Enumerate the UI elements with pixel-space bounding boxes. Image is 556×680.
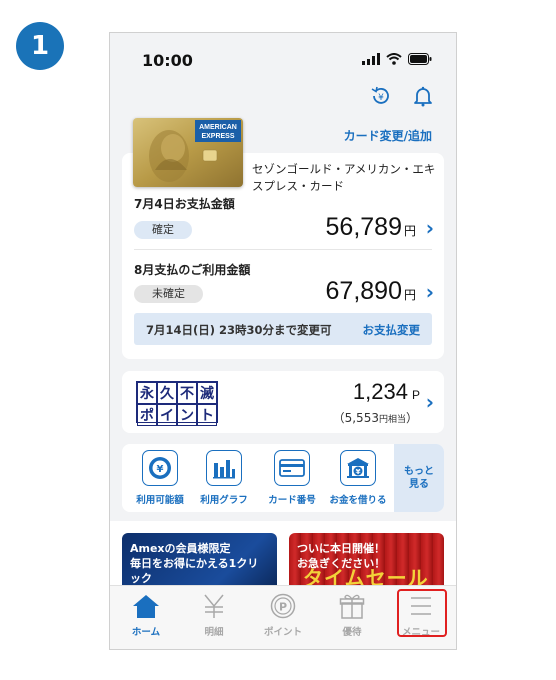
unconfirmed-amount[interactable]: 67,890 円 [326,277,416,306]
bank-icon: ¥ [340,450,376,486]
home-icon [116,592,176,620]
card-change-link[interactable]: カード変更/追加 [344,127,432,144]
banner-carousel: Amexの会員様限定 毎日をお得にかえる1クリック ついに本日開催！ お急ぎくだ… [110,521,456,585]
tab-statement[interactable]: 明細 [184,592,244,638]
battery-icon [408,53,432,65]
banner-text: Amexの会員様限定 [130,542,231,555]
card-icon [274,450,310,486]
time-sale-banner[interactable]: ついに本日開催！ お急ぎください！ タイムセール [289,533,444,585]
svg-text:¥: ¥ [157,464,164,475]
logo-char: ト [197,404,217,426]
tab-label: ポイント [263,627,302,638]
logo-char: ポ [137,404,157,426]
more-label-line1: もっと [404,466,434,477]
svg-text:P: P [279,601,287,614]
eikyu-fumetsu-points-logo: 永 久 不 滅 ポ イ ン ト [136,381,218,426]
banner-headline: タイムセール [303,566,429,585]
unconfirmed-payment-label: 8月支払のご利用金額 [134,263,251,277]
bar-graph-icon [206,450,242,486]
logo-char: ン [177,404,197,426]
menu-tab-highlight [397,589,447,637]
points-unit: P [411,388,420,402]
step-badge: 1 [16,22,64,70]
status-bar: 10:00 [110,33,456,89]
card-brand-text-2: EXPRESS [201,133,234,140]
currency-unit: 円 [403,224,416,238]
card-image: AMERICAN EXPRESS [133,118,243,187]
tab-perks[interactable]: 優待 [322,592,382,638]
tab-label: 明細 [204,627,224,638]
yen-equivalent-value: （5,553 [332,411,379,425]
more-label-line2: 見る [409,479,429,490]
unconfirmed-amount-value: 67,890 [325,277,402,305]
unconfirmed-badge: 未確定 [134,285,203,303]
status-time: 10:00 [142,51,193,70]
chevron-right-icon[interactable]: › [426,390,434,414]
points-yen-equivalent: （5,553円相当） [333,409,418,426]
chevron-right-icon[interactable]: › [426,280,434,304]
payment-change-bar: 7月14日(日) 23時30分まで変更可 お支払変更 [134,313,432,345]
history-icon[interactable]: ¥ [370,85,392,111]
menu-usage-graph[interactable]: 利用グラフ [194,450,254,506]
svg-text:¥: ¥ [356,468,361,476]
menu-label: お金を借りる [329,495,387,506]
yen-gauge-icon: ¥ [142,450,178,486]
chevron-right-icon[interactable]: › [426,216,434,240]
status-icons [362,53,432,65]
svg-text:¥: ¥ [378,93,384,103]
points-panel[interactable]: 永 久 不 滅 ポ イ ン ト 1,234 P （5,553円相当） › [122,371,444,433]
menu-available-credit[interactable]: ¥ 利用可能額 [130,450,190,506]
signal-icon [362,53,380,65]
menu-label: 利用グラフ [200,495,248,506]
menu-label: 利用可能額 [136,495,184,506]
phone-screen: 10:00 ¥ カード変更/追加 AMERICAN EXPRESS セゾンゴール… [109,32,457,650]
points-number: 1,234 [352,379,408,404]
logo-char: 久 [157,382,177,404]
yen-equivalent-close: ） [405,411,418,425]
amex-member-banner[interactable]: Amexの会員様限定 毎日をお得にかえる1クリック [122,533,277,585]
menu-label: カード番号 [268,495,316,506]
yen-icon [184,592,244,620]
tab-home[interactable]: ホーム [116,592,176,638]
confirmed-payment-label: 7月4日お支払金額 [134,197,235,211]
payment-change-link[interactable]: お支払変更 [363,322,421,338]
wifi-icon [386,53,402,65]
confirmed-amount-value: 56,789 [325,213,402,241]
tab-label: 優待 [342,627,362,638]
menu-borrow-money[interactable]: ¥ お金を借りる [328,450,388,506]
tab-points[interactable]: P ポイント [253,592,313,638]
header-actions: ¥ [370,85,434,111]
divider [134,249,432,250]
points-balance: 1,234 P [353,379,420,405]
confirmed-badge: 確定 [134,221,192,239]
currency-unit: 円 [403,288,416,302]
menu-card-number[interactable]: カード番号 [262,450,322,506]
point-icon: P [253,592,313,620]
logo-char: 滅 [197,382,217,404]
logo-char: 不 [177,382,197,404]
confirmed-amount[interactable]: 56,789 円 [326,213,416,242]
logo-char: 永 [137,382,157,404]
gift-icon [322,592,382,620]
card-name: セゾンゴールド・アメリカン・エキスプレス・カード [252,162,436,193]
quick-menu-panel: ¥ 利用可能額 利用グラフ カード番号 ¥ お金を借りる もっと 見る [122,444,444,512]
card-brand-text-1: AMERICAN [199,124,237,131]
change-deadline-text: 7月14日(日) 23時30分まで変更可 [146,323,332,337]
more-button[interactable]: もっと 見る [394,444,444,512]
yen-equivalent-suffix: 円相当 [378,415,406,425]
bell-icon[interactable] [412,85,434,111]
banner-text: ついに本日開催！ [297,542,385,555]
tab-label: ホーム [131,627,161,638]
banner-text: 毎日をお得にかえる1クリック [130,557,259,585]
logo-char: イ [157,404,177,426]
